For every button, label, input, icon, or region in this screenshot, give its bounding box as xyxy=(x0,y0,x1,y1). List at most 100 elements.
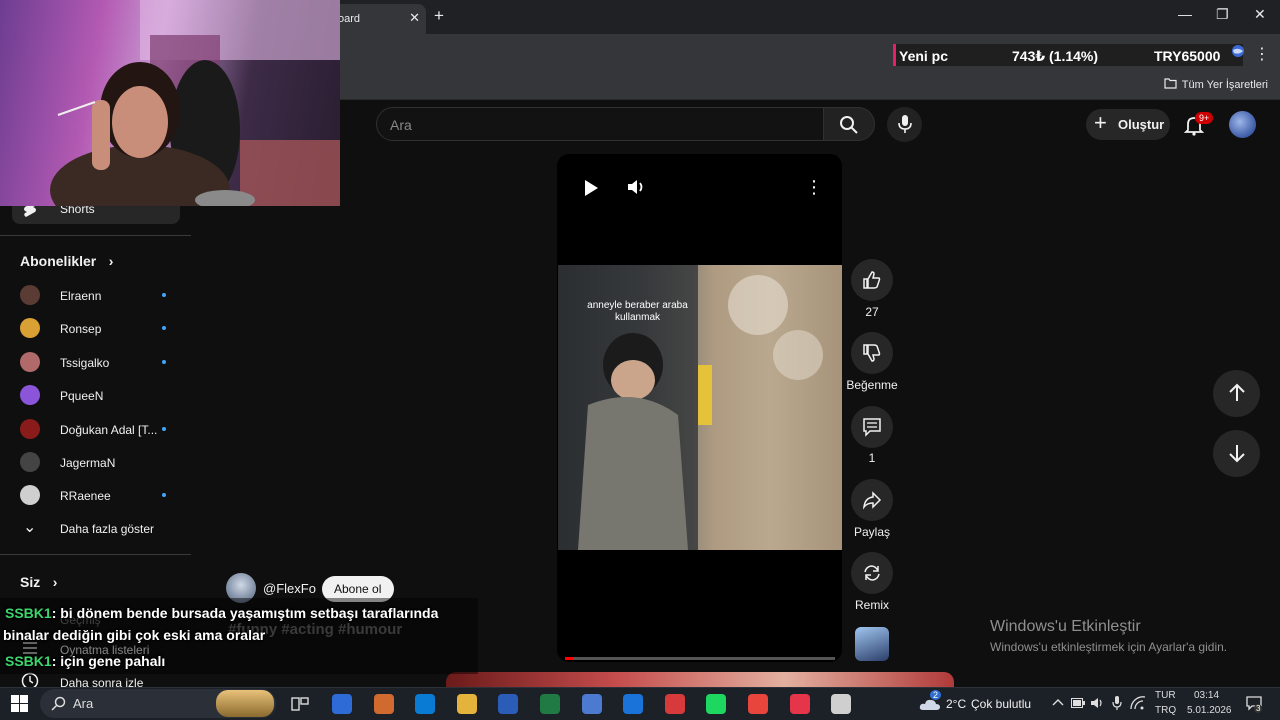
task-view-icon[interactable] xyxy=(291,695,309,713)
weather-temperature[interactable]: 2°C xyxy=(946,697,966,711)
subscription-name: PqueeN xyxy=(60,389,104,404)
voice-search-button[interactable] xyxy=(887,107,922,142)
comments-button[interactable] xyxy=(851,406,893,448)
search-button[interactable] xyxy=(823,107,875,141)
taskbar-app-icon[interactable] xyxy=(415,694,436,714)
new-content-dot xyxy=(162,359,166,364)
volume-icon[interactable] xyxy=(627,178,647,196)
dislike-label: Beğenme xyxy=(846,378,898,392)
subscription-item[interactable]: RRaenee xyxy=(0,482,191,508)
taskbar-app-icon[interactable] xyxy=(373,694,394,714)
new-tab-button[interactable]: + xyxy=(434,6,444,26)
arrow-up-icon xyxy=(1229,383,1245,401)
chat-text: : bi dönem bende bursada yaşamıştım setb… xyxy=(51,605,439,621)
next-video-button[interactable] xyxy=(1213,430,1260,477)
channel-handle[interactable]: @FlexFo xyxy=(263,581,316,596)
more-options-icon[interactable]: ⋮ xyxy=(805,177,823,198)
channel-avatar xyxy=(20,418,40,439)
taskbar-app-icon[interactable] xyxy=(581,694,602,714)
dislike-button[interactable] xyxy=(851,332,893,374)
all-bookmarks-button[interactable]: Tüm Yer İşaretleri xyxy=(1164,78,1268,91)
like-button[interactable] xyxy=(851,259,893,301)
tab-close-icon[interactable]: ✕ xyxy=(409,10,420,26)
remix-button[interactable] xyxy=(851,552,893,594)
browser-tab[interactable]: oard ✕ xyxy=(330,4,426,34)
create-button[interactable]: + Oluştur xyxy=(1086,109,1170,140)
chevron-down-icon: ⌄ xyxy=(23,519,37,536)
taskbar-app-icon[interactable] xyxy=(540,694,560,714)
minimize-button[interactable]: — xyxy=(1178,6,1192,22)
chevron-right-icon: › xyxy=(108,253,114,269)
donation-ticker: Yeni pc 743₺ (1.14%) TRY65000 xyxy=(893,44,1244,66)
new-content-dot xyxy=(162,426,166,431)
video-caption: anneyle beraber araba kullanmak xyxy=(587,300,688,323)
create-label: Oluştur xyxy=(1118,117,1165,132)
speaker-icon[interactable] xyxy=(1090,696,1104,710)
taskbar-app-icon[interactable] xyxy=(664,694,685,714)
remix-icon xyxy=(864,565,880,581)
share-button[interactable] xyxy=(851,479,893,521)
windows-start-icon[interactable] xyxy=(11,695,28,712)
subscription-item[interactable]: Ronsep xyxy=(0,315,191,341)
chevron-up-icon[interactable] xyxy=(1052,698,1064,706)
subscriptions-header[interactable]: Abonelikler › xyxy=(20,253,113,271)
channel-avatar xyxy=(20,485,40,506)
sidebar-divider xyxy=(0,235,191,236)
new-content-dot xyxy=(162,493,166,498)
language-bottom[interactable]: TRQ xyxy=(1155,705,1176,716)
battery-icon[interactable] xyxy=(1071,698,1085,708)
weather-description[interactable]: Çok bulutlu xyxy=(971,697,1031,711)
subscriptions-title: Abonelikler xyxy=(20,253,97,269)
channel-avatar xyxy=(20,385,40,406)
maximize-button[interactable]: ❐ xyxy=(1216,6,1229,23)
arrow-down-icon xyxy=(1229,445,1245,463)
globe-icon xyxy=(1232,45,1244,57)
taskbar-search-placeholder: Ara xyxy=(73,696,94,711)
subscription-item[interactable]: Elraenn xyxy=(0,282,191,308)
window-close-button[interactable]: ✕ xyxy=(1254,6,1266,23)
chat-text: binalar dediğin gibi çok eski ama oralar xyxy=(3,627,266,643)
account-avatar[interactable] xyxy=(1229,111,1256,138)
wifi-icon[interactable] xyxy=(1130,696,1146,710)
taskbar-app-icon[interactable] xyxy=(789,694,810,714)
weather-badge: 2 xyxy=(930,690,942,700)
search-icon xyxy=(840,116,858,134)
clock-date[interactable]: 5.01.2026 xyxy=(1187,705,1232,716)
taskbar-search[interactable]: Ara xyxy=(40,689,276,718)
taskbar-app-icon[interactable] xyxy=(498,694,519,714)
play-icon[interactable] xyxy=(583,179,599,197)
taskbar-app-icon[interactable] xyxy=(748,694,768,714)
search-icon xyxy=(51,696,66,711)
browser-menu-icon[interactable]: ⋮ xyxy=(1254,44,1270,64)
taskbar-app-icon[interactable] xyxy=(623,694,644,714)
comment-icon xyxy=(863,418,881,437)
ticker-label: Yeni pc xyxy=(899,48,949,64)
subscription-item[interactable]: Doğukan Adal [T... xyxy=(0,416,191,442)
video-progress-fill xyxy=(565,657,574,660)
channel-avatar xyxy=(20,318,40,339)
subscription-item[interactable]: PqueeN xyxy=(0,382,191,408)
subscription-item[interactable]: JagermaN xyxy=(0,449,191,475)
thumbs-up-icon xyxy=(863,271,881,289)
you-section-header[interactable]: Siz › xyxy=(20,574,57,592)
search-input[interactable]: Ara xyxy=(376,107,824,141)
you-title: Siz xyxy=(20,574,41,590)
clock-time[interactable]: 03:14 xyxy=(1194,690,1219,701)
audio-thumbnail[interactable] xyxy=(855,627,889,661)
next-short-preview[interactable] xyxy=(446,672,954,688)
chat-message: SSBK1: için gene pahalı xyxy=(5,653,165,669)
new-content-dot xyxy=(162,326,166,331)
taskbar-app-icon[interactable] xyxy=(831,694,852,714)
language-top[interactable]: TUR xyxy=(1155,690,1176,701)
notifications-badge: 9+ xyxy=(1195,112,1214,124)
taskbar-app-icon[interactable] xyxy=(706,694,727,714)
ticker-amount: 743₺ (1.14%) xyxy=(1012,48,1099,64)
microphone-icon[interactable] xyxy=(1112,695,1122,711)
taskbar-app-icon[interactable] xyxy=(332,694,352,714)
subscription-item[interactable]: Tssigalko xyxy=(0,349,191,375)
sidebar-divider xyxy=(0,554,191,555)
video-progress-bar[interactable] xyxy=(565,657,835,660)
previous-video-button[interactable] xyxy=(1213,370,1260,417)
taskbar-app-icon[interactable] xyxy=(456,694,477,714)
show-more-button[interactable]: ⌄ Daha fazla göster xyxy=(0,515,191,541)
